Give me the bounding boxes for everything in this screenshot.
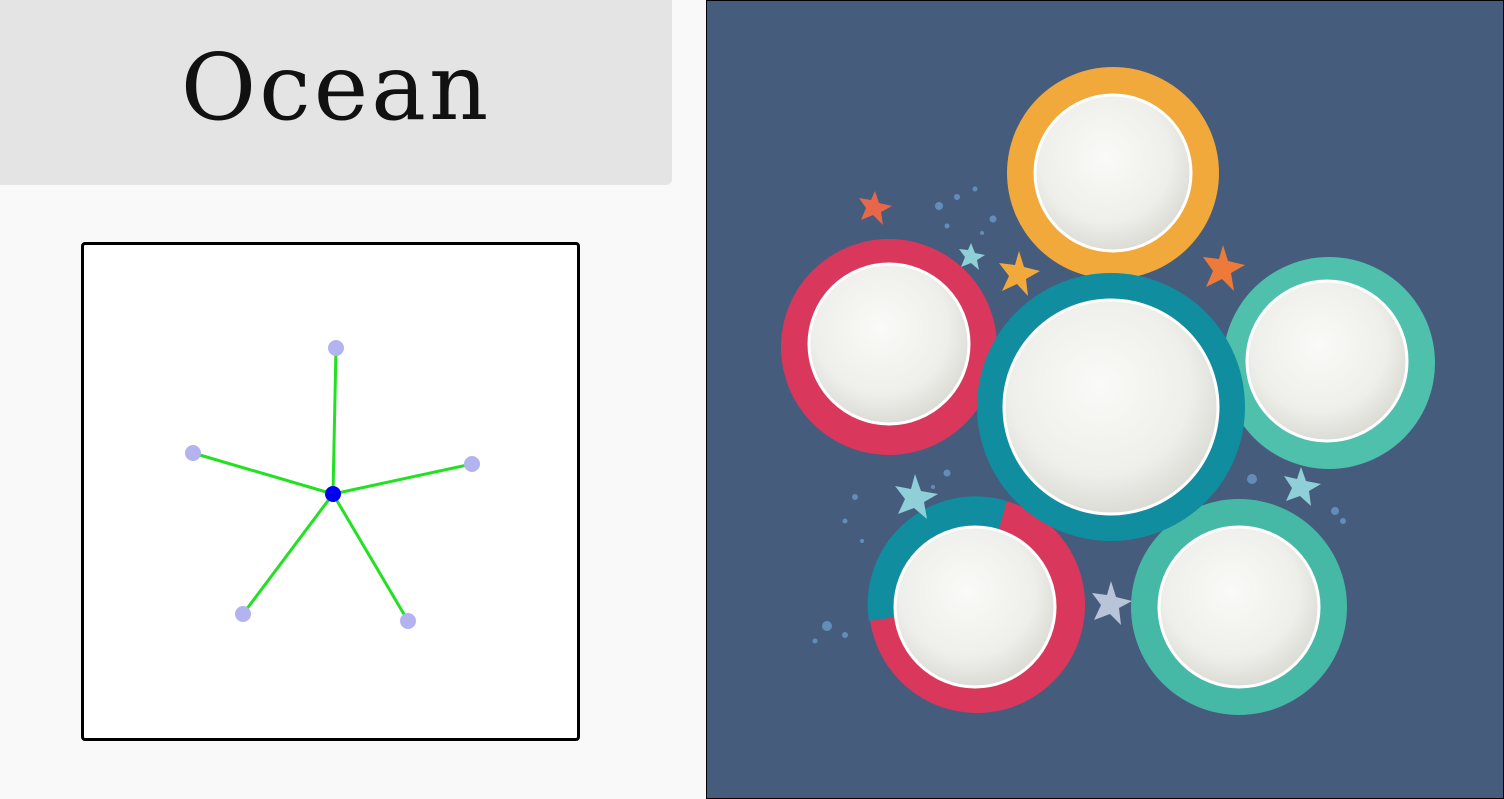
- star-graph: [185, 340, 480, 629]
- plate-bottom-left: [867, 496, 1085, 713]
- plate-bottom-right: [1131, 499, 1347, 715]
- graph-edge: [241, 493, 335, 615]
- graph-edge: [331, 347, 338, 495]
- graph-leaf-node[interactable]: [400, 613, 416, 629]
- graph-edge: [332, 462, 473, 496]
- star-graph-canvas[interactable]: [81, 242, 580, 741]
- graph-leaf-node[interactable]: [464, 456, 480, 472]
- plate-right-teal: [1223, 257, 1435, 469]
- plate-left-red: [781, 239, 997, 455]
- illustration-svg: [707, 1, 1503, 798]
- page-title: Ocean: [180, 34, 492, 141]
- graph-leaf-node[interactable]: [235, 606, 251, 622]
- title-bar: Ocean: [0, 0, 672, 185]
- left-panel: Ocean: [0, 0, 704, 799]
- graph-edge: [192, 451, 334, 496]
- graph-center-node[interactable]: [325, 486, 341, 502]
- plate-center: [977, 273, 1245, 541]
- graph-edge: [331, 493, 410, 622]
- ocean-plates-illustration: [706, 0, 1504, 799]
- graph-leaf-node[interactable]: [185, 445, 201, 461]
- plate-top-orange: [1007, 67, 1219, 279]
- graph-leaf-node[interactable]: [328, 340, 344, 356]
